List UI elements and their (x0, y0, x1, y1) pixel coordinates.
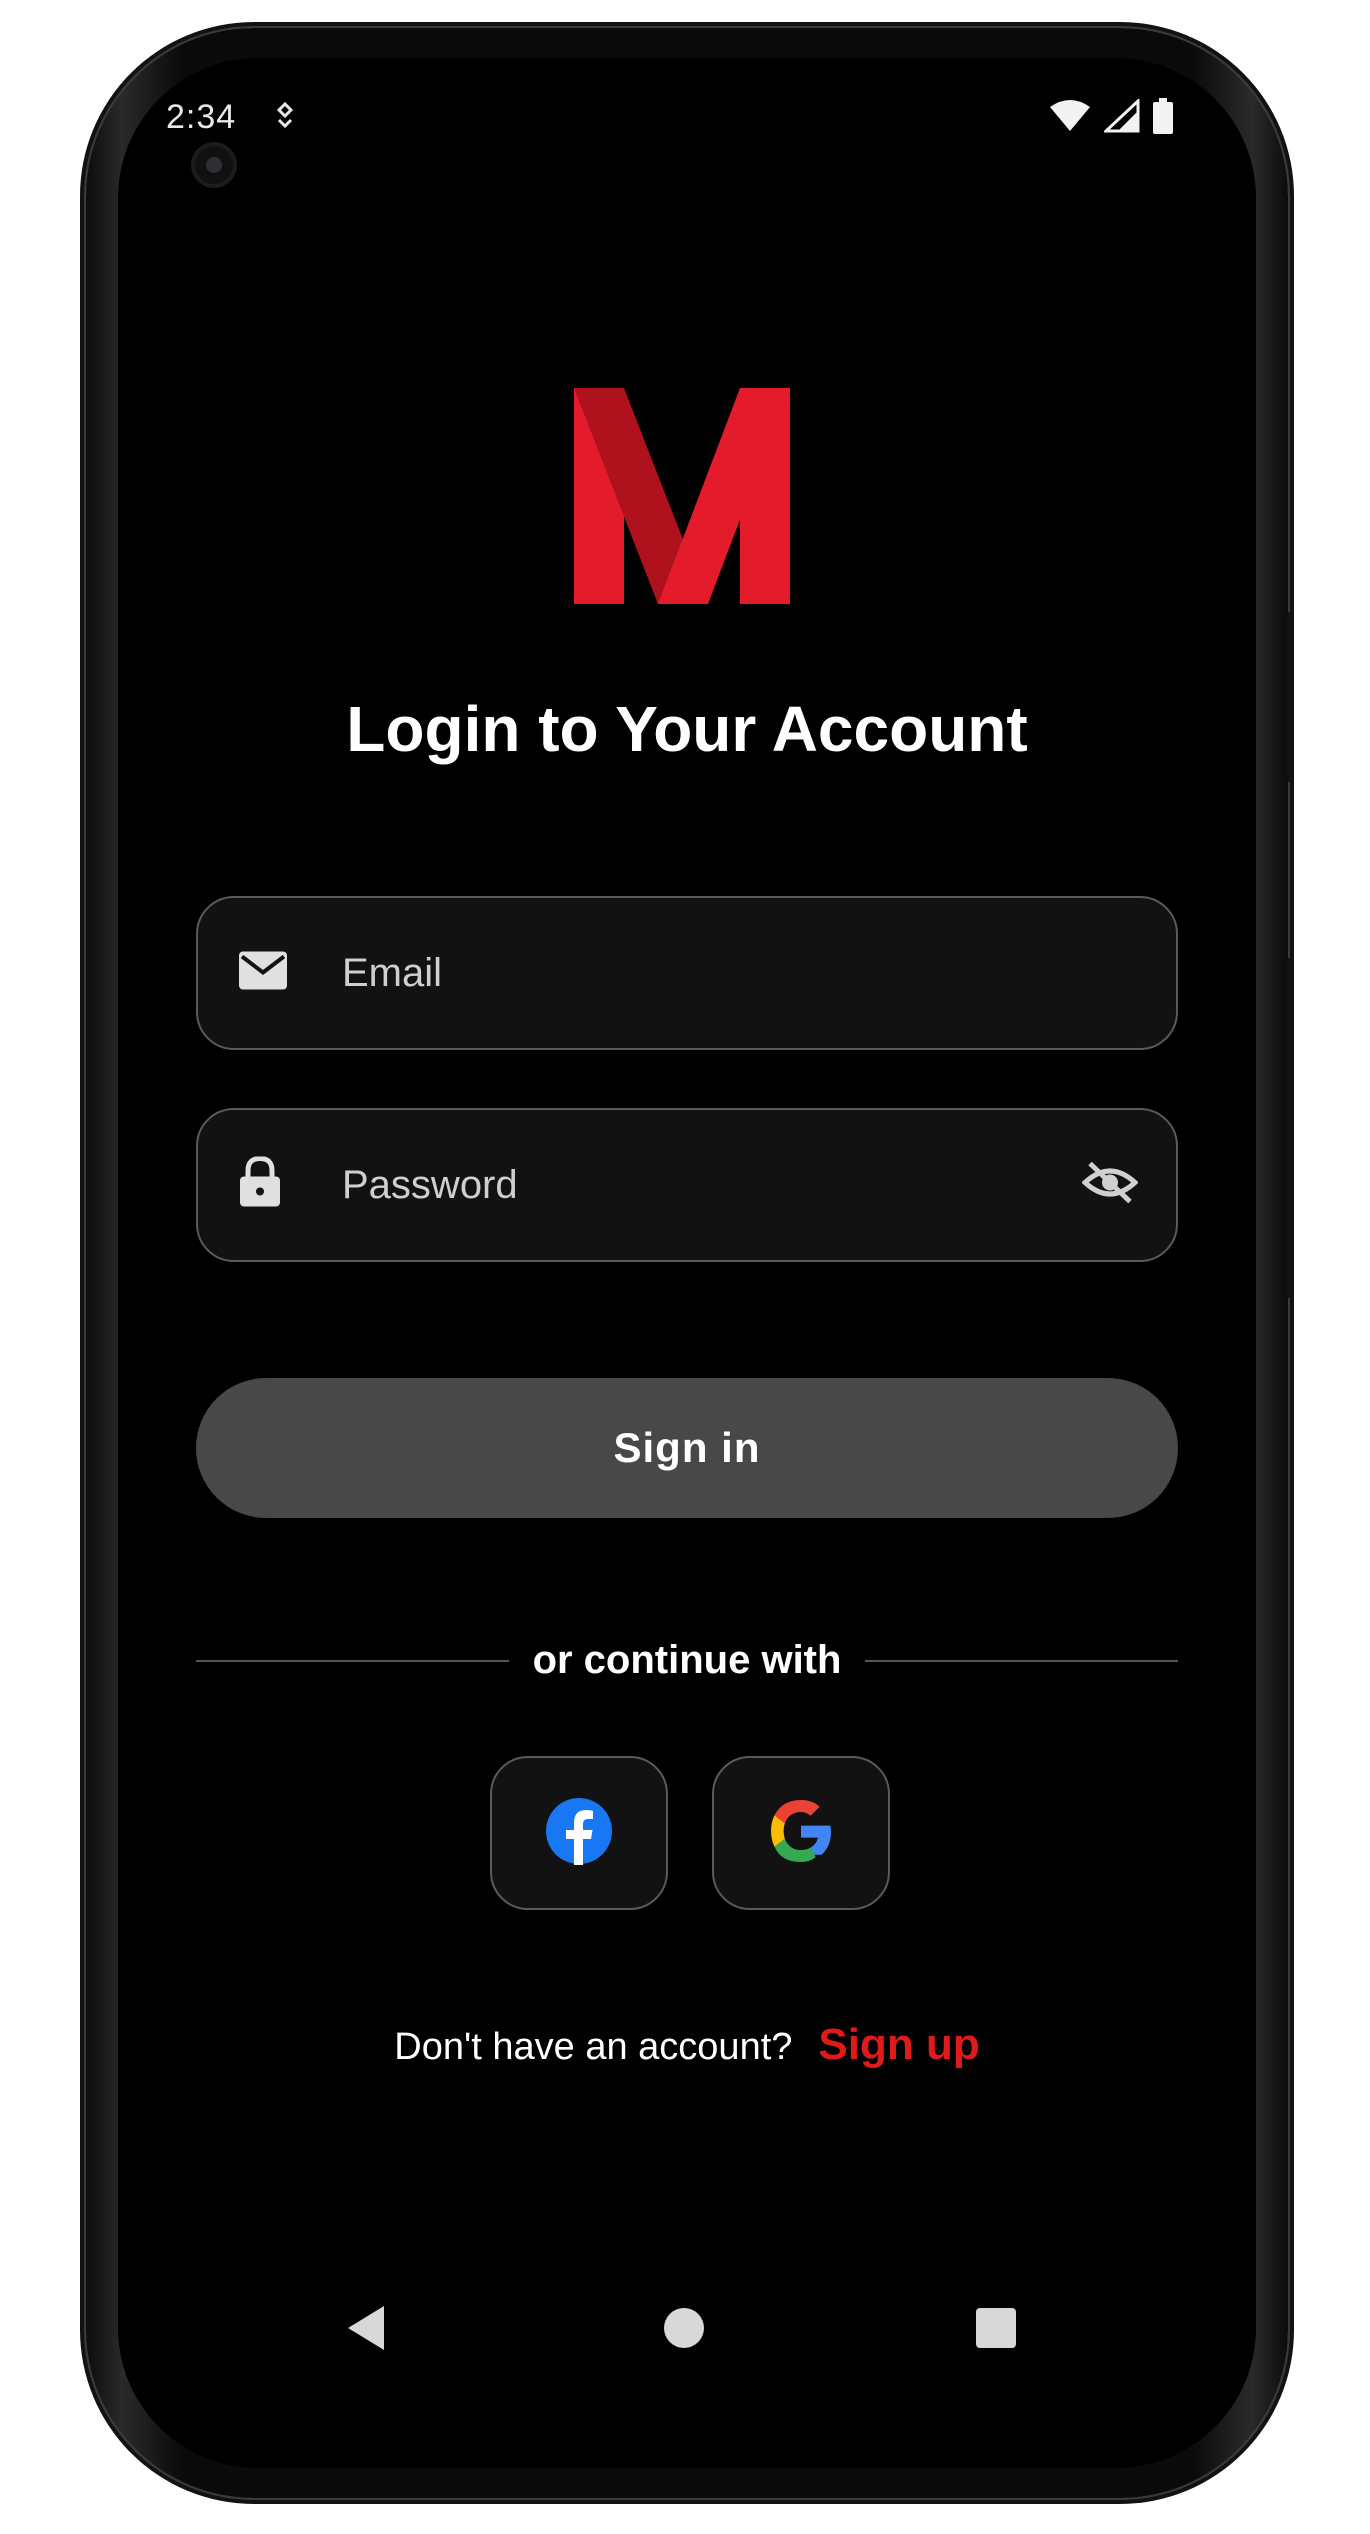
signin-button[interactable]: Sign in (196, 1378, 1178, 1518)
recents-icon[interactable] (976, 2308, 1016, 2348)
facebook-login-button[interactable] (490, 1756, 668, 1910)
google-login-button[interactable] (712, 1756, 890, 1910)
facebook-icon (545, 1797, 613, 1870)
status-time: 2:34 (166, 98, 237, 136)
back-icon[interactable] (346, 2304, 386, 2357)
lock-icon (238, 1155, 282, 1214)
divider: or continue with (196, 1638, 1178, 1683)
front-camera (191, 142, 237, 188)
email-field[interactable] (196, 896, 1178, 1050)
notification-icon (274, 101, 296, 137)
wifi-icon (1048, 99, 1092, 138)
page-title: Login to Your Account (346, 693, 1028, 765)
signal-icon (1102, 97, 1140, 138)
divider-line-left (196, 1659, 509, 1662)
email-input[interactable] (340, 898, 1040, 1048)
volume-button (1286, 958, 1294, 1298)
eye-off-icon[interactable] (1081, 1160, 1139, 1211)
power-button (1286, 612, 1294, 782)
battery-icon (1152, 98, 1174, 139)
password-field[interactable] (196, 1108, 1178, 1262)
google-icon (767, 1797, 835, 1870)
signup-link[interactable]: Sign up (818, 2020, 979, 2070)
divider-line-right (865, 1659, 1178, 1662)
navigation-bar (118, 2298, 1256, 2358)
home-icon[interactable] (664, 2308, 704, 2348)
screen: 2:34 Login to Your Account Email Sign in… (118, 58, 1256, 2468)
divider-text: or continue with (532, 1638, 842, 1682)
mail-icon (238, 951, 288, 996)
signup-prompt: Don't have an account? (394, 2026, 793, 2068)
password-input[interactable] (340, 1110, 1040, 1260)
signup-row: Don't have an account? Sign up (118, 2020, 1256, 2070)
m-logo-icon (574, 388, 790, 604)
status-icons (1048, 97, 1174, 139)
